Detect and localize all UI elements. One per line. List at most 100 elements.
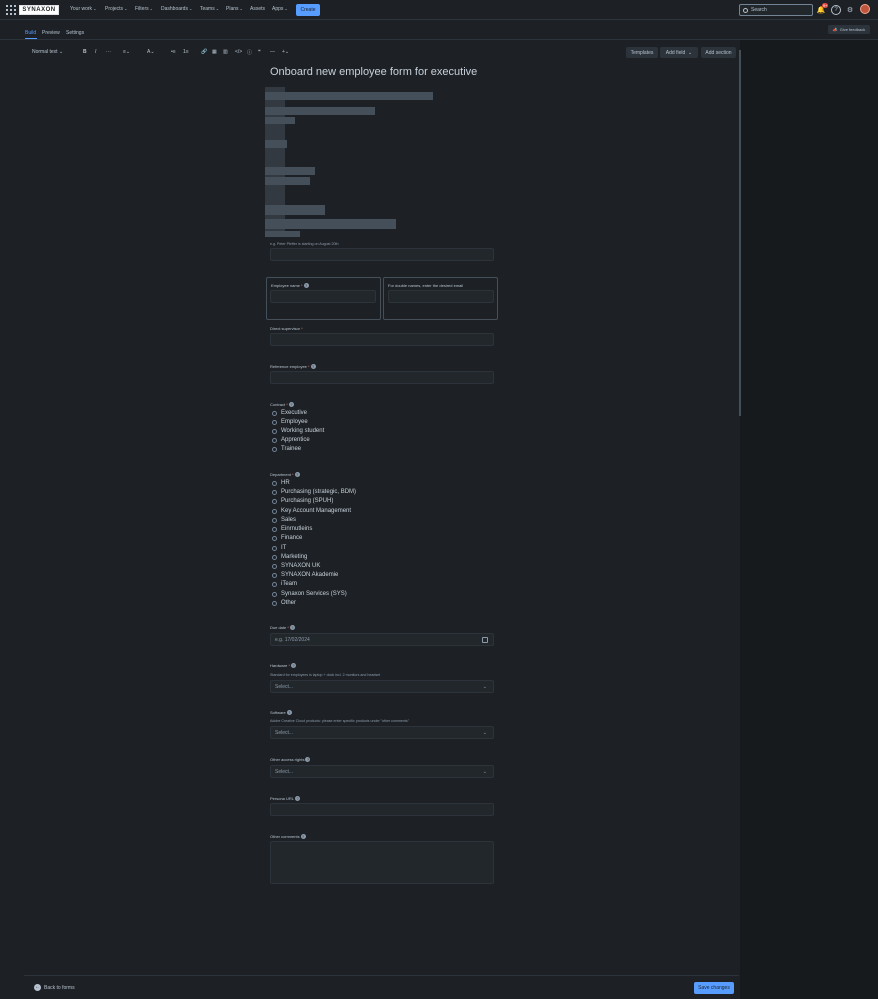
layout-icon[interactable]: ▥ [223, 49, 228, 55]
give-feedback-button[interactable]: 📣 Give feedback [828, 25, 870, 34]
back-to-forms-button[interactable]: ← Back to forms [34, 984, 75, 991]
search-icon [743, 8, 748, 13]
department-option[interactable]: Finance [272, 535, 302, 541]
department-option[interactable]: iTeam [272, 581, 297, 587]
tab-build[interactable]: Build [25, 30, 36, 36]
text-color-icon[interactable]: A⌄ [147, 49, 155, 55]
nav-filters[interactable]: Filters⌄ [135, 6, 153, 12]
italic-icon[interactable]: I [95, 49, 96, 55]
department-option[interactable]: Purchasing (SPUH) [272, 498, 333, 504]
department-option[interactable]: Purchasing (strategic, BDM) [272, 489, 356, 495]
department-option[interactable]: SYNAXON UK [272, 563, 320, 569]
help-question-icon: ? [300, 834, 306, 840]
department-option[interactable]: HR [272, 480, 290, 486]
contract-option[interactable]: Executive [272, 410, 307, 416]
department-option[interactable]: Einrnutleins [272, 526, 312, 532]
info-panel-icon[interactable]: ⓘ [247, 49, 252, 56]
calendar-icon[interactable] [482, 637, 488, 643]
employee-name-field[interactable] [270, 290, 376, 303]
hardware-select[interactable]: Select... ⌄ [270, 680, 494, 693]
reference-employee-label: Reference employee *? [270, 364, 316, 370]
hardware-hint: Standard for employees is laptop + dock … [270, 673, 381, 677]
form-tabs-bar: Build Preview Settings 📣 Give feedback [0, 21, 878, 40]
right-panel [740, 40, 878, 999]
divider-icon[interactable]: — [270, 49, 275, 55]
megaphone-icon: 📣 [832, 27, 838, 32]
bold-icon[interactable]: B [83, 49, 87, 55]
app-switcher-icon[interactable] [6, 5, 16, 15]
alignment-icon[interactable]: ≡⌄ [123, 49, 130, 55]
direct-supervisor-label: Direct supervisor * [270, 326, 303, 331]
contract-option[interactable]: Trainee [272, 446, 301, 452]
help-question-icon: ? [291, 663, 297, 669]
nav-plans[interactable]: Plans⌄ [226, 6, 243, 12]
software-select[interactable]: Select... ⌄ [270, 726, 494, 739]
add-field-button[interactable]: Add field ⌄ [660, 47, 698, 58]
add-section-button[interactable]: Add section [701, 47, 736, 58]
templates-button[interactable]: Templates [626, 47, 658, 58]
contract-label: Contract *? [270, 402, 294, 408]
department-option[interactable]: Sales [272, 517, 296, 523]
contract-option[interactable]: Working student [272, 428, 324, 434]
chevron-down-icon: ⌄ [482, 684, 487, 690]
nav-assets[interactable]: Assets [250, 6, 265, 12]
quote-icon[interactable]: ❝ [258, 49, 261, 55]
department-option[interactable]: Marketing [272, 554, 307, 560]
due-date-label: Due date *? [270, 625, 295, 631]
department-option[interactable]: Synaxon Services (SYS) [272, 591, 347, 597]
nav-your-work[interactable]: Your work⌄ [70, 6, 96, 12]
persona-url-field[interactable] [270, 803, 494, 816]
form-title[interactable]: Onboard new employee form for executive [270, 66, 477, 78]
other-comments-textarea[interactable] [270, 841, 494, 884]
department-option[interactable]: Key Account Management [272, 508, 351, 514]
help-icon[interactable]: ? [831, 5, 841, 15]
other-comments-label: Other comments? [270, 834, 306, 840]
department-option[interactable]: IT [272, 545, 286, 551]
save-changes-button[interactable]: Save changes [694, 982, 734, 994]
intro-text-field[interactable] [270, 248, 494, 261]
form-footer: ← Back to forms Save changes [24, 975, 739, 999]
help-question-icon: ? [286, 710, 292, 716]
settings-gear-icon[interactable]: ⚙ [845, 5, 855, 15]
nav-apps[interactable]: Apps⌄ [272, 6, 288, 12]
tab-settings[interactable]: Settings [66, 30, 84, 36]
table-icon[interactable]: ▦ [212, 49, 217, 55]
text-style-dropdown[interactable]: Normal text ⌄ [32, 49, 63, 55]
bullet-list-icon[interactable]: •≡ [171, 49, 176, 55]
more-formatting-icon[interactable]: ··· [106, 49, 111, 55]
search-input[interactable] [751, 7, 811, 13]
double-names-email-field[interactable] [388, 290, 494, 303]
contract-option[interactable]: Apprentice [272, 437, 310, 443]
code-icon[interactable]: </> [235, 49, 242, 55]
search-box[interactable] [739, 4, 813, 16]
reference-employee-field[interactable] [270, 371, 494, 384]
department-option[interactable]: SYNAXON Akademie [272, 572, 338, 578]
notification-count-badge: 9+ [822, 3, 828, 8]
other-access-select[interactable]: Select... ⌄ [270, 765, 494, 778]
help-question-icon: ? [295, 796, 301, 802]
nav-projects[interactable]: Projects⌄ [105, 6, 127, 12]
chevron-down-icon: ⌄ [482, 730, 487, 736]
employee-name-label: Employee name *? [271, 283, 309, 289]
insert-plus-icon[interactable]: +⌄ [282, 49, 289, 55]
editor-toolbar: Normal text ⌄ B I ··· ≡⌄ A⌄ •≡ 1≡ 🔗 ▦ ▥ … [24, 44, 738, 60]
help-question-icon: ? [294, 472, 300, 478]
link-icon[interactable]: 🔗 [201, 49, 207, 55]
synaxon-logo[interactable]: SYNAXON [19, 5, 59, 15]
redacted-image [265, 87, 435, 237]
nav-dashboards[interactable]: Dashboards⌄ [161, 6, 192, 12]
direct-supervisor-field[interactable] [270, 333, 494, 346]
chevron-down-icon: ⌄ [482, 769, 487, 775]
contract-option[interactable]: Employee [272, 419, 308, 425]
due-date-field[interactable]: e.g. 17/02/2024 [270, 633, 494, 646]
create-button[interactable]: Create [296, 4, 320, 16]
help-question-icon: ? [303, 283, 309, 289]
numbered-list-icon[interactable]: 1≡ [183, 49, 189, 55]
help-question-icon: ? [310, 364, 316, 370]
nav-teams[interactable]: Teams⌄ [200, 6, 219, 12]
tab-preview[interactable]: Preview [42, 30, 60, 36]
software-hint: Adobe Creative Cloud products: please en… [270, 719, 409, 723]
scrollbar-thumb[interactable] [739, 50, 741, 416]
user-avatar[interactable] [860, 4, 870, 14]
department-option[interactable]: Other [272, 600, 296, 606]
